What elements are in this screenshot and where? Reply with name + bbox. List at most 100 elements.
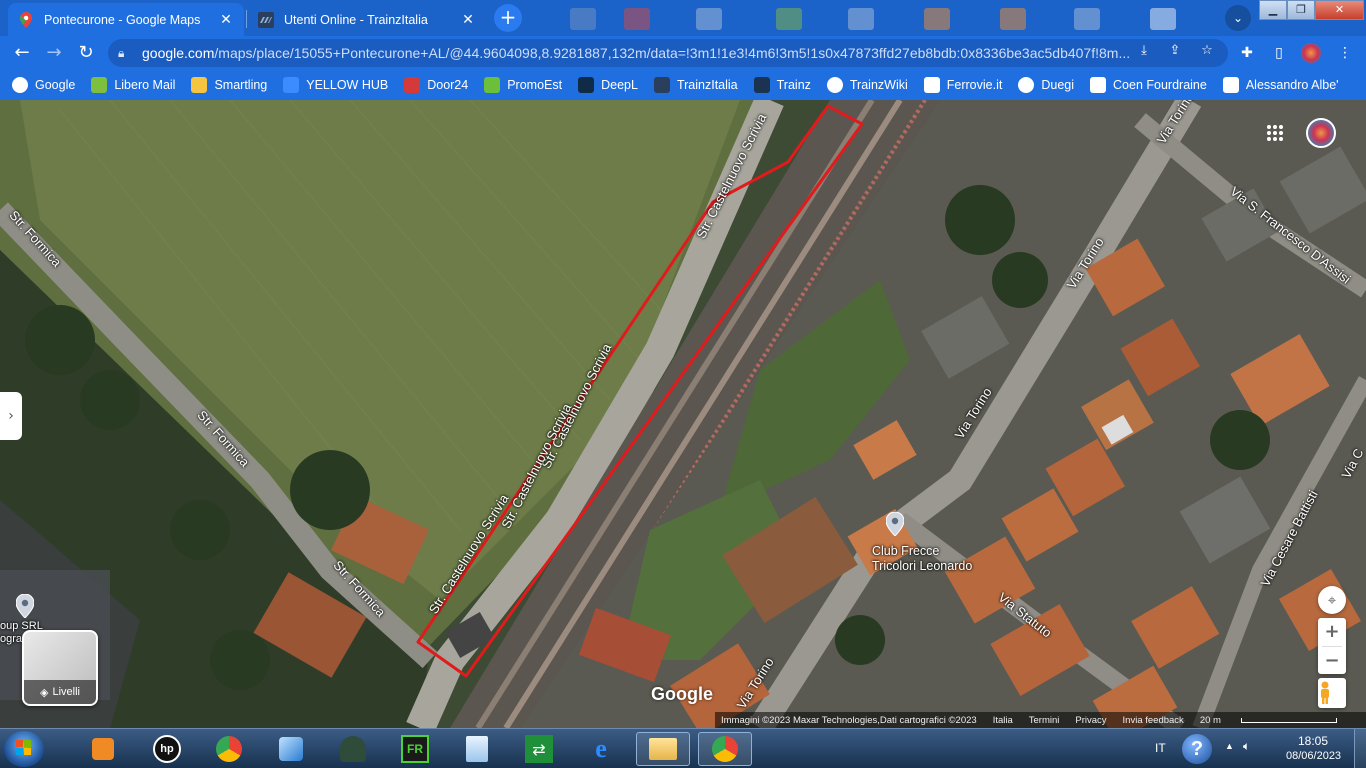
tab-search-chevron-down-icon[interactable]: ⌄ — [1225, 5, 1251, 31]
trainz-icon — [753, 77, 770, 93]
bookmark-label: PromoEst — [507, 78, 563, 92]
bookmark-label: TrainzItalia — [676, 78, 738, 92]
bookmark-label: Libero Mail — [114, 78, 176, 92]
poi-label-club[interactable]: Club Frecce Tricolori Leonardo — [872, 544, 972, 574]
speaker-icon[interactable]: 🔈︎ — [1243, 739, 1250, 754]
privacy-link[interactable]: Privacy — [1075, 715, 1106, 726]
account-avatar[interactable] — [1306, 118, 1336, 148]
kebab-menu-icon[interactable]: ⋮ — [1335, 43, 1355, 63]
terms-link[interactable]: Termini — [1029, 715, 1060, 726]
side-panel-icon[interactable]: ▯ — [1269, 43, 1289, 63]
bookmarks-bar: Google Libero Mail Smartling YELLOW HUB Door… — [0, 70, 1366, 100]
install-icon[interactable]: ⤓ — [1135, 42, 1153, 60]
smartling-icon — [191, 77, 208, 93]
imagery-credit: Immagini ©2023 Maxar Technologies,Dati c… — [721, 714, 977, 726]
language-indicator[interactable]: IT — [1155, 741, 1166, 755]
clock-date[interactable]: 08/06/2023 — [1286, 750, 1341, 762]
zoom-controls: + − — [1318, 618, 1346, 674]
globe-icon — [1018, 77, 1035, 93]
zoom-out-button[interactable]: − — [1318, 647, 1346, 674]
quill-app-icon[interactable] — [264, 732, 318, 766]
door24-icon — [404, 77, 421, 93]
bookmark-item[interactable]: Alessandro Albe' — [1222, 77, 1339, 93]
show-hidden-icons-icon[interactable]: ▲ — [1225, 741, 1234, 751]
bookmark-item[interactable]: DeepL — [578, 77, 638, 93]
pinned-tab-icon[interactable] — [848, 8, 874, 30]
maximize-button[interactable]: ❐ — [1287, 0, 1315, 20]
bookmark-item[interactable]: YELLOW HUB — [283, 77, 388, 93]
trainz-app-icon[interactable] — [326, 732, 380, 766]
switch-app-icon[interactable]: ⇄ — [512, 732, 566, 766]
profile-avatar-icon[interactable] — [1301, 43, 1321, 63]
map-attribution-bar: Immagini ©2023 Maxar Technologies,Dati c… — [715, 712, 1366, 728]
tab-separator — [246, 10, 247, 28]
tab-strip: Pontecurone - Google Maps ✕ Utenti Onlin… — [0, 0, 1366, 36]
internet-explorer-icon[interactable]: e — [574, 732, 628, 766]
pinned-tab-icon[interactable] — [624, 8, 650, 30]
scale-indicator[interactable]: 20 m — [1200, 715, 1353, 726]
country-link[interactable]: Italia — [993, 715, 1013, 726]
share-icon[interactable]: ⇪ — [1166, 42, 1184, 60]
bookmark-item[interactable]: PromoEst — [484, 77, 562, 93]
bookmark-label: Coen Fourdraine — [1113, 78, 1207, 92]
bookmark-item[interactable]: Smartling — [191, 77, 267, 93]
fr-app-icon[interactable]: FR — [388, 732, 442, 766]
reload-icon[interactable]: ↻ — [74, 41, 98, 65]
bookmark-item[interactable]: Duegi — [1018, 77, 1074, 93]
extensions-puzzle-icon[interactable]: ✚ — [1237, 43, 1257, 63]
bookmark-label: YELLOW HUB — [306, 78, 389, 92]
hp-icon[interactable]: hp — [140, 732, 194, 766]
windows-taskbar: hp FR ⇄ e IT ? ▲ 🔈︎ 18:05 08/06/2023 — [0, 728, 1366, 768]
help-icon[interactable]: ? — [1182, 734, 1212, 764]
minimize-button[interactable]: ▁ — [1259, 0, 1287, 20]
pegman-street-view-icon[interactable] — [1318, 678, 1346, 708]
forward-arrow-icon[interactable]: → — [42, 41, 66, 65]
pinned-tab-icon[interactable] — [776, 8, 802, 30]
new-tab-button[interactable]: + — [494, 4, 522, 32]
chrome-open-window-icon[interactable] — [698, 732, 752, 766]
pinned-tab-icon[interactable] — [696, 8, 722, 30]
url-host: google.com — [142, 45, 215, 61]
bookmark-star-icon[interactable]: ☆ — [1198, 42, 1216, 60]
bookmark-item[interactable]: Google — [12, 77, 75, 93]
clock-time[interactable]: 18:05 — [1298, 734, 1328, 748]
google-logo: Google — [651, 684, 713, 704]
google-apps-grid-icon[interactable] — [1266, 124, 1286, 144]
bookmark-item[interactable]: Ferrovie.it — [923, 77, 1003, 93]
url-path: /maps/place/15055+Pontecurone+AL/@44.960… — [214, 45, 1131, 61]
bookmark-label: Ferrovie.it — [946, 78, 1003, 92]
address-bar[interactable]: 🔒︎ google.com /maps/place/15055+Pontecur… — [108, 39, 1228, 67]
pinned-tab-icon[interactable] — [1000, 8, 1026, 30]
bookmark-item[interactable]: Door24 — [404, 77, 468, 93]
notes-app-icon[interactable] — [450, 732, 504, 766]
pinned-tab-icon[interactable] — [1074, 8, 1100, 30]
close-icon[interactable]: ✕ — [218, 11, 234, 27]
bookmark-item[interactable]: Libero Mail — [91, 77, 175, 93]
bookmark-item[interactable]: Trainz — [753, 77, 811, 93]
trainzitalia-icon — [258, 11, 274, 28]
tab-trainzitalia[interactable]: Utenti Online - TrainzItalia ✕ — [248, 3, 486, 36]
window-close-button[interactable]: ✕ — [1315, 0, 1364, 20]
feedback-link[interactable]: Invia feedback — [1123, 715, 1184, 726]
scale-bar — [1240, 717, 1337, 723]
show-desktop-button[interactable] — [1354, 729, 1366, 768]
layers-button[interactable]: ◈ Livelli — [22, 630, 98, 706]
pinned-tab-icon[interactable] — [924, 8, 950, 30]
close-icon[interactable]: ✕ — [460, 11, 476, 27]
bookmark-item[interactable]: TrainzWiki — [826, 77, 908, 93]
media-player-icon[interactable] — [76, 732, 130, 766]
chrome-icon[interactable] — [202, 732, 256, 766]
bookmark-item[interactable]: TrainzItalia — [653, 77, 738, 93]
bookmark-item[interactable]: Coen Fourdraine — [1090, 77, 1207, 93]
file-explorer-icon[interactable] — [636, 732, 690, 766]
side-panel-toggle-chevron-right-icon[interactable]: › — [0, 392, 22, 440]
pinned-tab-icon[interactable] — [570, 8, 596, 30]
tab-google-maps[interactable]: Pontecurone - Google Maps ✕ — [8, 3, 244, 36]
infinity-icon — [283, 77, 300, 93]
zoom-in-button[interactable]: + — [1318, 618, 1346, 646]
pinned-tab-icon[interactable] — [1150, 8, 1176, 30]
satellite-map[interactable]: Str. Formica Str. Formica Str. Formica S… — [0, 100, 1366, 728]
windows-start-button[interactable] — [4, 731, 44, 767]
my-location-icon[interactable]: ⌖ — [1318, 586, 1346, 614]
back-arrow-icon[interactable]: ← — [10, 41, 34, 65]
